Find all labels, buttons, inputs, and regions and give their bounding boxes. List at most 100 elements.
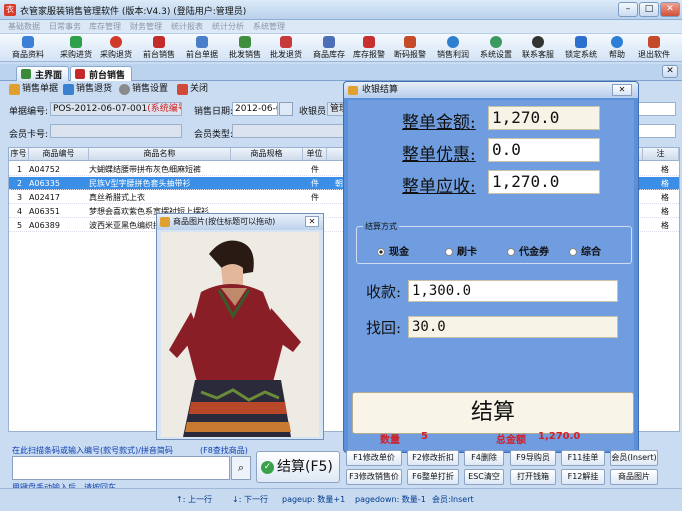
toolbar-button[interactable]: 断码报警	[390, 35, 430, 61]
menu-item[interactable]: 库存管理	[89, 21, 121, 32]
cashier-label: 收银员:	[299, 107, 330, 117]
due-label: 整单应收:	[402, 177, 476, 197]
checkout-f5-button[interactable]: ✓ 结算(F5)	[256, 451, 340, 483]
search-icon[interactable]: ⌕	[231, 456, 251, 480]
toolbar-button[interactable]: 批发销售	[225, 35, 265, 61]
fkey-button[interactable]: 会员(Insert)	[610, 450, 658, 466]
fkey-button[interactable]: F3修改销售价	[346, 469, 402, 485]
sales-subtoolbar: 销售单据 销售退货 销售设置 关闭	[4, 82, 344, 98]
find-hint: (F8查找商品)	[200, 446, 248, 455]
status-up: ↑: 上一行	[176, 495, 212, 504]
checkout-dialog-title[interactable]: 收银结算 ✕	[344, 82, 638, 98]
radio-icon	[507, 248, 515, 256]
toolbar-button[interactable]: 系统设置	[476, 35, 516, 61]
help-icon	[611, 36, 623, 48]
toolbar-button[interactable]: 销售利润	[433, 35, 473, 61]
calendar-icon[interactable]	[279, 102, 293, 116]
scan-input[interactable]	[12, 456, 230, 480]
toolbar-button[interactable]: 批发退货	[266, 35, 306, 61]
grid-header: 商品名称	[89, 148, 231, 161]
toolbar-button[interactable]: 退出软件	[634, 35, 674, 61]
member-card-field[interactable]	[50, 124, 182, 138]
main-toolbar: 商品资料 采购进货 采购退货 前台销售 前台单据 批发销售 批发退货 商品库存 …	[0, 34, 682, 62]
cart-icon	[75, 69, 85, 79]
date-label: 销售日期:	[194, 107, 234, 117]
toolbar-button[interactable]: 商品资料	[8, 35, 48, 61]
sales-settings-button[interactable]: 销售设置	[118, 82, 168, 97]
close-button[interactable]: ✕	[660, 2, 680, 17]
grid-header: 商品编号	[29, 148, 89, 161]
sales-return-button[interactable]: 销售退货	[62, 82, 112, 97]
toolbar-button[interactable]: 前台单据	[182, 35, 222, 61]
received-label: 收款:	[366, 283, 402, 301]
change-amount: 30.0	[408, 316, 618, 338]
tab-close-icon[interactable]: ✕	[662, 65, 678, 78]
toolbar-button[interactable]: 采购退货	[96, 35, 136, 61]
menu-item[interactable]: 日常事务	[49, 21, 81, 32]
member-card-label: 会员卡号:	[9, 130, 49, 140]
fkey-button[interactable]: F4删除	[464, 450, 504, 466]
home-icon	[21, 69, 31, 79]
window-title: 衣管家服装销售管理软件 (版本:V4.3) (登陆用户:管理员)	[20, 7, 247, 17]
close-tab-button[interactable]: 关闭	[176, 82, 208, 97]
status-member: 会员:Insert	[432, 495, 474, 504]
toolbar-button[interactable]: 锁定系统	[561, 35, 601, 61]
fkey-button[interactable]: F1修改单价	[346, 450, 402, 466]
tab-main[interactable]: 主界面	[16, 66, 70, 81]
discount-input[interactable]: 0.0	[488, 138, 600, 162]
maximize-button[interactable]: □	[639, 2, 659, 17]
radio-cash[interactable]: 现金	[377, 243, 409, 258]
menu-item[interactable]: 基础数据	[8, 21, 40, 32]
scan-hint: 在此扫描条码或输入编号(款号款式)/拼音简码	[12, 446, 173, 455]
title-bar: 衣 衣管家服装销售管理软件 (版本:V4.3) (登陆用户:管理员) – □ ✕	[0, 0, 682, 20]
member-type-field[interactable]	[232, 124, 344, 138]
coin-icon	[348, 86, 358, 95]
gear-icon	[119, 84, 130, 95]
radio-card[interactable]: 刷卡	[445, 243, 477, 258]
close-icon[interactable]: ✕	[305, 216, 319, 227]
date-field[interactable]: 2012-06-07	[232, 102, 278, 116]
close-icon[interactable]: ✕	[612, 84, 632, 96]
toolbar-button[interactable]: 联系客服	[518, 35, 558, 61]
fkey-button[interactable]: F9导购员	[510, 450, 556, 466]
received-input[interactable]: 1,300.0	[408, 280, 618, 302]
doc-no-field[interactable]: POS-2012-06-07-001(系统编号)	[50, 102, 182, 116]
fkey-button[interactable]: 商品图片	[610, 469, 658, 485]
toolbar-button[interactable]: 采购进货	[56, 35, 96, 61]
product-image-window[interactable]: 商品图片(按住标题可以拖动) ✕	[156, 213, 324, 440]
fkey-button[interactable]: F2修改折扣	[407, 450, 459, 466]
menu-item[interactable]: 财务管理	[130, 21, 162, 32]
toolbar-button[interactable]: 商品库存	[309, 35, 349, 61]
confirm-checkout-button[interactable]: 结算	[352, 392, 634, 434]
menu-item[interactable]: 统计报表	[171, 21, 203, 32]
menu-item[interactable]: 系统管理	[253, 21, 285, 32]
grid-header: 注	[643, 148, 679, 161]
toolbar-button[interactable]: 帮助	[604, 35, 630, 61]
exit-icon	[648, 36, 660, 48]
qty-value: 5	[421, 431, 428, 442]
right-field-2[interactable]	[638, 124, 676, 138]
fkey-button[interactable]: 打开钱箱	[510, 469, 556, 485]
wholesale-icon	[239, 36, 251, 48]
payment-method-group: 结算方式 现金 刷卡 代金券 综合	[356, 221, 632, 264]
payment-method-title: 结算方式	[363, 221, 399, 232]
sales-docs-button[interactable]: 销售单据	[8, 82, 58, 97]
minimize-button[interactable]: –	[618, 2, 638, 17]
radio-voucher[interactable]: 代金券	[507, 243, 549, 258]
right-field-1[interactable]	[638, 102, 676, 116]
tab-pos-sales[interactable]: 前台销售	[70, 66, 133, 81]
checkout-dialog[interactable]: 收银结算 ✕ 整单金额: 1,270.0 整单优惠: 0.0 整单应收: 1,2…	[343, 81, 639, 453]
fkey-button[interactable]: F6整单打折	[407, 469, 459, 485]
alarm-icon	[363, 36, 375, 48]
radio-mixed[interactable]: 综合	[569, 243, 601, 258]
lock-icon	[575, 36, 587, 48]
menu-item[interactable]: 统计分析	[212, 21, 244, 32]
total-label-bottom: 总金额	[496, 435, 526, 446]
check-icon: ✓	[261, 461, 274, 474]
toolbar-button[interactable]: 前台销售	[139, 35, 179, 61]
toolbar-button[interactable]: 库存报警	[349, 35, 389, 61]
image-window-title[interactable]: 商品图片(按住标题可以拖动) ✕	[157, 214, 323, 230]
fkey-button[interactable]: F11挂单	[561, 450, 605, 466]
fkey-button[interactable]: F12解挂	[561, 469, 605, 485]
fkey-button[interactable]: ESC清空	[464, 469, 504, 485]
